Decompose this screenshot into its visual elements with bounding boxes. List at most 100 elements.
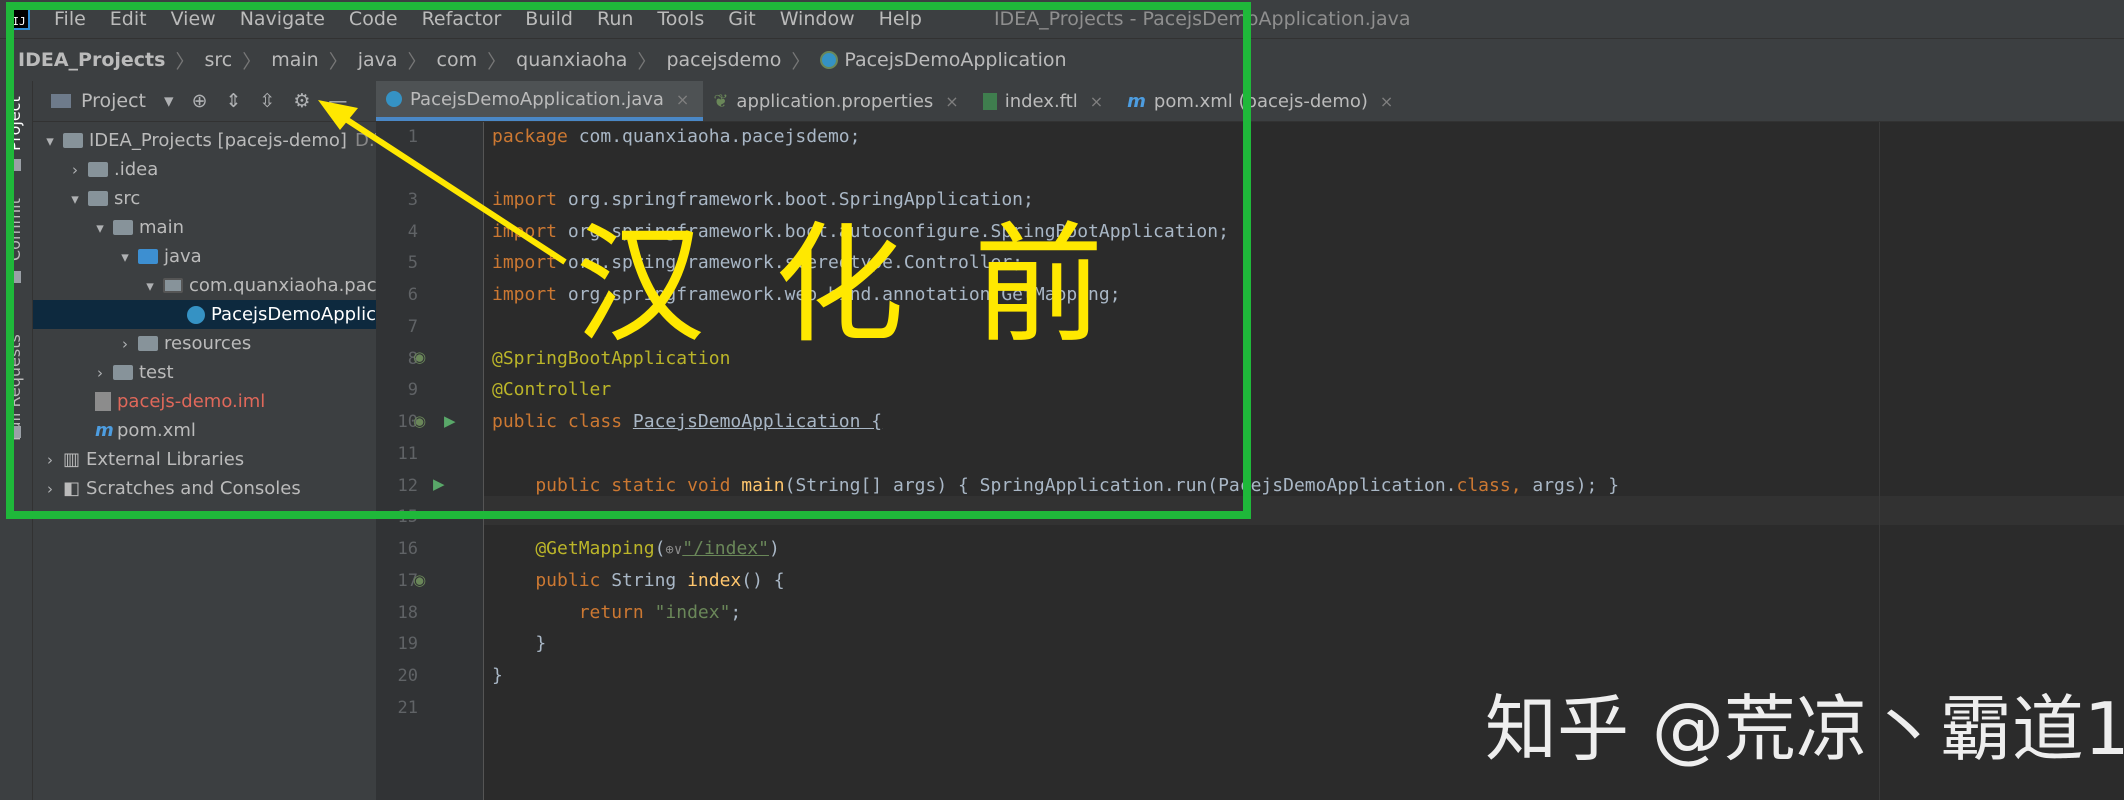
tab-label: index.ftl [1004, 90, 1078, 112]
tab-label: pom.xml (pacejs-demo) [1153, 90, 1368, 112]
tree-item-root[interactable]: ▾ IDEA_Projects [pacejs-demo] D:\ [33, 126, 384, 155]
chevron-right-icon[interactable]: › [41, 451, 59, 469]
tree-item-idea[interactable]: › .idea [33, 155, 409, 184]
chevron-right-icon[interactable]: › [116, 335, 134, 353]
commit-icon [9, 271, 21, 283]
tree-item-label: pacejs-demo.iml [117, 391, 266, 412]
keyword: import [492, 284, 558, 305]
chevron-down-icon[interactable]: ▾ [141, 277, 159, 295]
breadcrumb-src[interactable]: src [204, 49, 232, 71]
chevron-down-icon[interactable]: ▾ [116, 248, 134, 266]
breadcrumb-separator: 〉 [175, 50, 195, 73]
chevron-down-icon[interactable]: ▾ [41, 132, 59, 150]
tab-pacejs-demo-application[interactable]: PacejsDemoApplication.java × [376, 81, 704, 121]
pull-request-icon [9, 426, 21, 438]
tree-item-pom[interactable]: m pom.xml [33, 416, 434, 445]
breadcrumb-java[interactable]: java [358, 49, 398, 71]
chevron-right-icon[interactable]: › [66, 161, 84, 179]
breadcrumb-com[interactable]: com [437, 49, 478, 71]
chevron-down-icon[interactable]: ▾ [66, 190, 84, 208]
menu-tools[interactable]: Tools [657, 8, 704, 30]
menu-run[interactable]: Run [597, 8, 633, 30]
tree-item-scratches[interactable]: › ◧ Scratches and Consoles [33, 474, 384, 503]
vtab-commit[interactable]: Commit [5, 198, 24, 261]
spring-class-icon [187, 305, 205, 324]
breadcrumb-separator: 〉 [791, 50, 811, 73]
locate-icon[interactable]: ⊕ [192, 90, 208, 112]
tree-item-src[interactable]: ▾ src [33, 184, 409, 213]
minimize-icon[interactable]: — [328, 90, 347, 112]
breadcrumb-main[interactable]: main [271, 49, 318, 71]
chevron-down-icon[interactable]: ▾ [164, 90, 174, 112]
line-number: 12 [397, 476, 418, 496]
gear-icon[interactable]: ⚙ [293, 90, 310, 112]
close-icon[interactable]: × [1090, 92, 1103, 111]
code-line-19: } [492, 633, 547, 654]
maven-icon: m [95, 420, 114, 441]
expand-all-icon[interactable]: ⇕ [225, 90, 241, 112]
close-icon[interactable]: × [945, 92, 958, 111]
chevron-down-icon[interactable]: ▾ [91, 219, 109, 237]
code-line-20: } [492, 665, 503, 686]
code-line-18: return "index"; [492, 602, 742, 623]
project-view-title[interactable]: Project [81, 90, 146, 112]
keyword: class [1456, 475, 1511, 496]
tree-item-label: .idea [114, 159, 159, 180]
tab-application-properties[interactable]: ❦ application.properties × [703, 81, 972, 121]
breadcrumb-project[interactable]: IDEA_Projects [18, 49, 165, 71]
code-text: PacejsDemoApplication { [632, 411, 883, 432]
vtab-pull-requests[interactable]: Pull Requests [5, 334, 24, 441]
string-literal: "/index" [682, 538, 769, 559]
line-number: 7 [407, 317, 418, 337]
menu-file[interactable]: File [54, 8, 86, 30]
tree-item-label: Scratches and Consoles [86, 478, 301, 499]
code-line-17: public String index() { [492, 570, 784, 591]
window-title: IDEA_Projects - PacejsDemoApplication.ja… [993, 8, 1411, 30]
breadcrumb-quanxiaoha[interactable]: quanxiaoha [516, 49, 627, 71]
function-name: index [687, 570, 742, 591]
collapse-all-icon[interactable]: ⇳ [259, 90, 275, 112]
menu-git[interactable]: Git [728, 8, 755, 30]
chevron-right-icon[interactable]: › [41, 480, 59, 498]
menu-view[interactable]: View [171, 8, 216, 30]
menu-window[interactable]: Window [780, 8, 855, 30]
tree-item-external-libraries[interactable]: › ▥ External Libraries [33, 445, 384, 474]
menu-code[interactable]: Code [349, 8, 398, 30]
run-icon[interactable]: ▶ [444, 412, 456, 430]
tab-index-ftl[interactable]: index.ftl × [973, 81, 1117, 121]
keyword: return [492, 602, 655, 623]
globe-icon[interactable]: ⊕∨ [665, 542, 682, 558]
tree-item-test[interactable]: › test [33, 358, 434, 387]
project-view-icon [51, 94, 71, 108]
tree-item-iml[interactable]: pacejs-demo.iml [33, 387, 434, 416]
tree-item-label: IDEA_Projects [pacejs-demo] [89, 130, 347, 151]
line-number: 3 [407, 190, 418, 210]
menu-help[interactable]: Help [879, 8, 922, 30]
code-text: com.quanxiaoha.pacejsdemo; [567, 126, 861, 147]
breadcrumb-pacejsdemo[interactable]: pacejsdemo [666, 49, 781, 71]
spring-bean-icon[interactable]: ◉ [413, 412, 426, 430]
tab-pom-xml[interactable]: m pom.xml (pacejs-demo) × [1117, 81, 1407, 121]
package-icon [163, 278, 183, 293]
breadcrumb-class[interactable]: PacejsDemoApplication [844, 49, 1066, 71]
menu-build[interactable]: Build [525, 8, 573, 30]
vtab-project[interactable]: Project [5, 96, 24, 151]
menu-navigate[interactable]: Navigate [240, 8, 325, 30]
spring-class-icon [820, 51, 839, 69]
spring-bean-icon[interactable]: ◉ [413, 571, 426, 589]
tree-item-label: src [114, 188, 141, 209]
spring-bean-icon[interactable]: ◉ [413, 348, 426, 366]
menu-refactor[interactable]: Refactor [422, 8, 502, 30]
chevron-right-icon[interactable]: › [91, 364, 109, 382]
close-icon[interactable]: × [1380, 92, 1393, 111]
tree-item-label: pom.xml [117, 420, 196, 441]
maven-icon: m [1127, 90, 1146, 112]
close-icon[interactable]: × [676, 90, 689, 109]
menu-edit[interactable]: Edit [110, 8, 147, 30]
tree-item-main[interactable]: ▾ main [33, 213, 434, 242]
code-text: ; [730, 602, 742, 623]
intellij-logo-icon[interactable]: IJ [8, 8, 30, 30]
editor-gutter: 1 3 4 5 6 7 8 9 10 11 12 15 16 17 18 19 … [376, 122, 484, 800]
code-text: String [611, 570, 688, 591]
run-icon[interactable]: ▶ [433, 475, 445, 493]
